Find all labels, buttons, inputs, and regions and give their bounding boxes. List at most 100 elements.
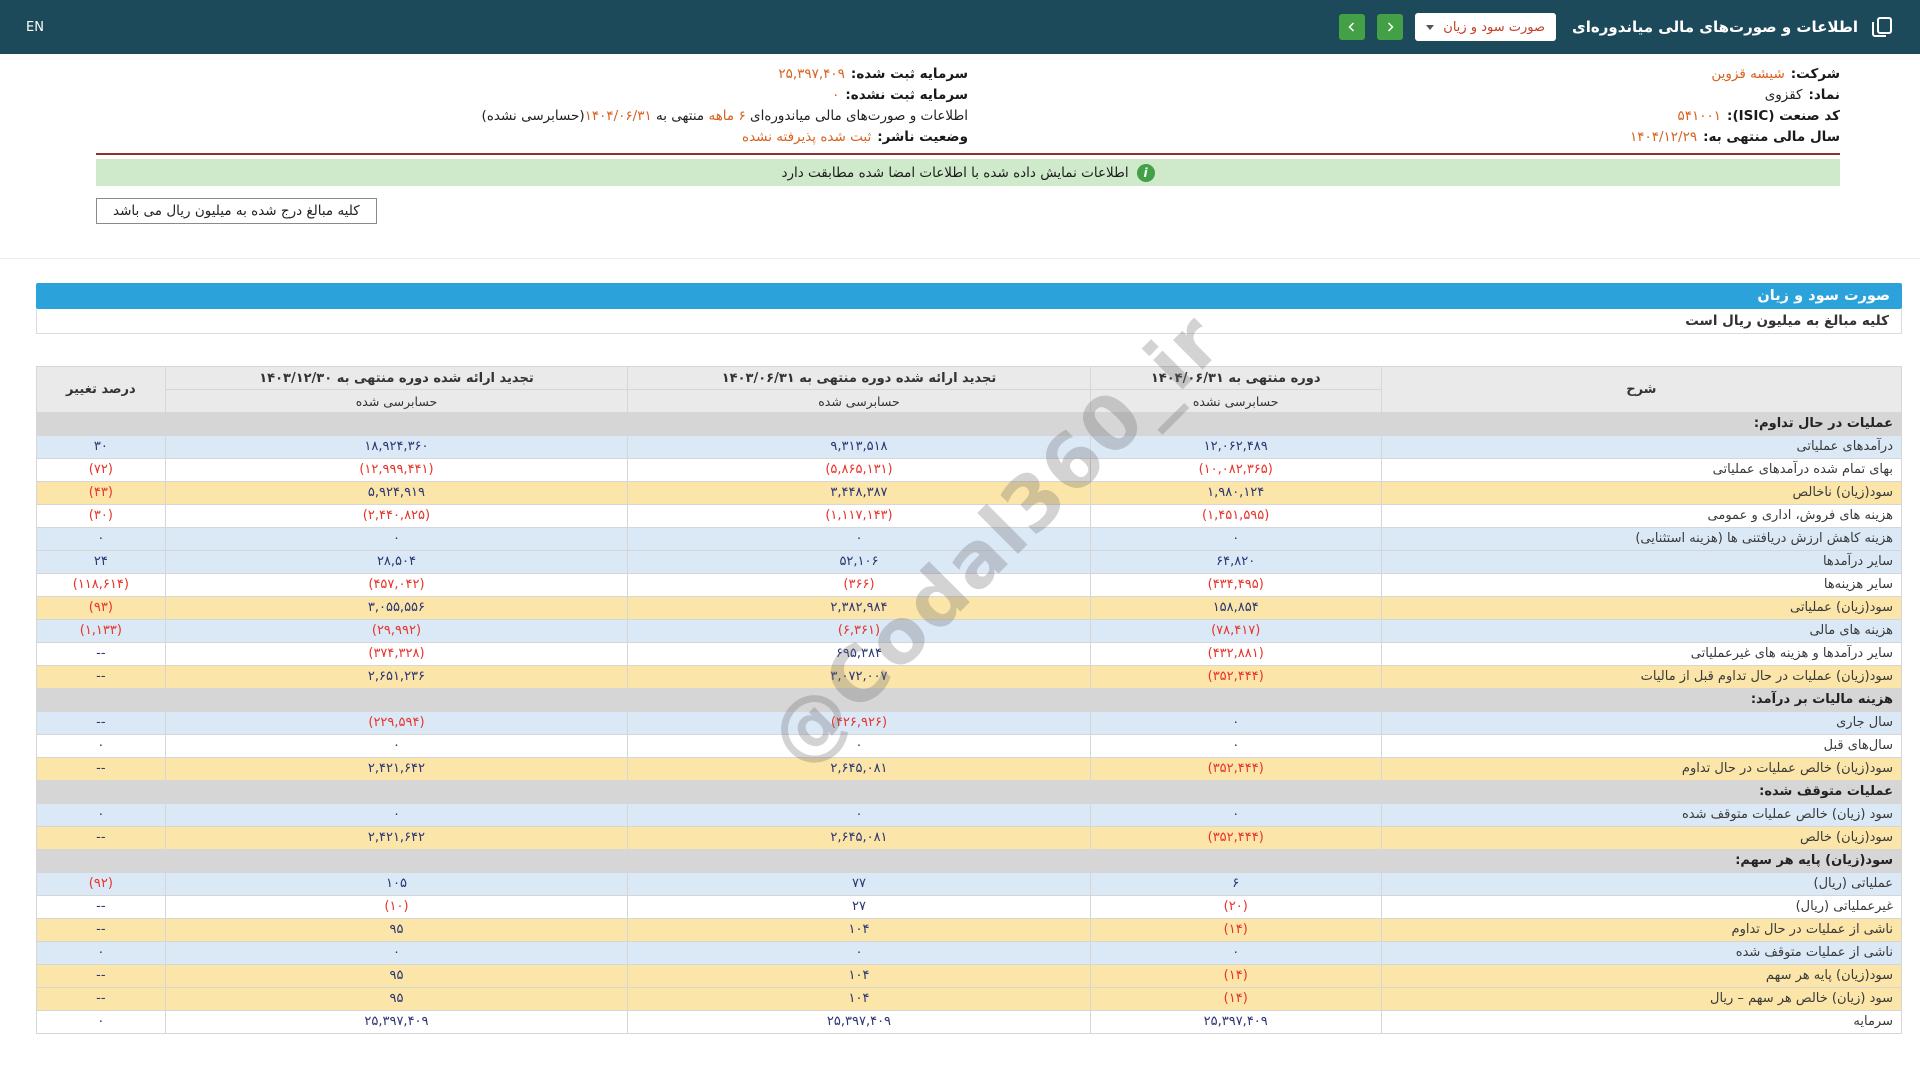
company-info-right-column: شرکت:شیشه قزویننماد:کقزویکد صنعت (ISIC):…	[968, 64, 1840, 148]
annual-period-value: ۲۸,۵۰۴	[165, 551, 628, 574]
empty-cell	[37, 781, 166, 804]
annual-period-value: ۹۵	[165, 965, 628, 988]
prior-period-value: ۲,۶۴۵,۰۸۱	[628, 827, 1091, 850]
current-period-value: (۳۵۲,۴۴۴)	[1090, 666, 1381, 689]
prior-period-value: ۲۷	[628, 896, 1091, 919]
row-label: هزینه های فروش، اداری و عمومی	[1381, 505, 1901, 528]
row-label: سود(زیان) عملیات در حال تداوم قبل از مال…	[1381, 666, 1901, 689]
statement-type-dropdown[interactable]: صورت سود و زیان	[1415, 13, 1556, 41]
table-row: عملیاتی (ریال)۶۷۷۱۰۵(۹۲)	[37, 873, 1902, 896]
info-label: سال مالی منتهی به:	[1703, 129, 1840, 145]
info-value: کقزوی	[1765, 87, 1803, 103]
percent-change-value: --	[37, 965, 166, 988]
prior-period-value: ۱۰۴	[628, 965, 1091, 988]
percent-change-value: ۰	[37, 942, 166, 965]
percent-change-value: ۰	[37, 1011, 166, 1034]
table-row: سال‌های قبل۰۰۰۰	[37, 735, 1902, 758]
row-label: سود(زیان) عملیاتی	[1381, 597, 1901, 620]
company-info-section: شرکت:شیشه قزویننماد:کقزویکد صنعت (ISIC):…	[0, 54, 1920, 224]
percent-change-value: ۲۴	[37, 551, 166, 574]
annual-period-value: ۹۵	[165, 919, 628, 942]
prior-period-value: (۱,۱۱۷,۱۴۳)	[628, 505, 1091, 528]
company-info-row: کد صنعت (ISIC):۵۴۱۰۰۱	[968, 106, 1840, 127]
row-label: سرمایه	[1381, 1011, 1901, 1034]
info-label: وضعیت ناشر:	[877, 129, 968, 145]
prior-period-value: ۲,۳۸۲,۹۸۴	[628, 597, 1091, 620]
prior-period-value: ۰	[628, 804, 1091, 827]
current-period-value: (۲۰)	[1090, 896, 1381, 919]
current-period-value: ۲۵,۳۹۷,۴۰۹	[1090, 1011, 1381, 1034]
prior-period-value: ۳,۰۷۲,۰۰۷	[628, 666, 1091, 689]
percent-change-value: ۳۰	[37, 436, 166, 459]
prior-period-value: ۰	[628, 735, 1091, 758]
currency-unit-box: کلیه مبالغ درج شده به میلیون ریال می باش…	[96, 198, 377, 224]
company-info-row: سرمایه ثبت نشده:۰	[96, 85, 968, 106]
annual-period-value: ۲,۶۵۱,۲۳۶	[165, 666, 628, 689]
statement-unit-note: کلیه مبالغ به میلیون ریال است	[36, 309, 1902, 334]
table-row: سود(زیان) خالص عملیات در حال تداوم(۳۵۲,۴…	[37, 758, 1902, 781]
current-period-value: (۳۵۲,۴۴۴)	[1090, 827, 1381, 850]
percent-change-value: ۰	[37, 735, 166, 758]
empty-cell	[165, 689, 628, 712]
percent-change-value: --	[37, 896, 166, 919]
table-row: غیرعملیاتی (ریال)(۲۰)۲۷(۱۰)--	[37, 896, 1902, 919]
col-header-current-period: دوره منتهی به ۱۴۰۴/۰۶/۳۱	[1090, 367, 1381, 390]
row-label: سود(زیان) خالص	[1381, 827, 1901, 850]
info-icon: i	[1137, 164, 1155, 182]
percent-change-value: (۳۰)	[37, 505, 166, 528]
current-period-value: ۰	[1090, 735, 1381, 758]
info-text: اطلاعات و صورت‌های مالی میاندوره‌ای	[746, 108, 968, 124]
percent-change-value: --	[37, 643, 166, 666]
current-period-value: (۱۴)	[1090, 965, 1381, 988]
table-row: سرمایه۲۵,۳۹۷,۴۰۹۲۵,۳۹۷,۴۰۹۲۵,۳۹۷,۴۰۹۰	[37, 1011, 1902, 1034]
annual-period-value: ۰	[165, 528, 628, 551]
annual-period-value: ۹۵	[165, 988, 628, 1011]
report-controls: اطلاعات و صورت‌های مالی میاندوره‌ای صورت…	[1339, 13, 1894, 41]
info-highlight: ۱۴۰۴/۰۶/۳۱	[585, 108, 652, 124]
current-period-value: ۰	[1090, 942, 1381, 965]
percent-change-value: (۷۲)	[37, 459, 166, 482]
next-report-button[interactable]	[1377, 14, 1403, 40]
copy-report-icon[interactable]	[1870, 15, 1894, 39]
prior-period-value: ۰	[628, 528, 1091, 551]
current-period-value: ۰	[1090, 712, 1381, 735]
company-info-row: وضعیت ناشر:ثبت شده پذیرفته نشده	[96, 127, 968, 148]
current-period-value: (۱۴)	[1090, 919, 1381, 942]
percent-change-value: ۰	[37, 528, 166, 551]
company-info-grid: شرکت:شیشه قزویننماد:کقزویکد صنعت (ISIC):…	[96, 64, 1840, 155]
table-row: سال جاری۰(۴۲۶,۹۲۶)(۲۲۹,۵۹۴)--	[37, 712, 1902, 735]
previous-report-button[interactable]	[1339, 14, 1365, 40]
section-divider	[0, 258, 1920, 259]
annual-period-value: (۱۰)	[165, 896, 628, 919]
current-period-value: ۶	[1090, 873, 1381, 896]
col-header-item: شرح	[1381, 367, 1901, 413]
percent-change-value: ۰	[37, 804, 166, 827]
empty-cell	[37, 850, 166, 873]
row-label: سود(زیان) ناخالص	[1381, 482, 1901, 505]
chevron-right-icon	[1384, 21, 1396, 33]
empty-cell	[628, 781, 1091, 804]
info-value[interactable]: شیشه قزوین	[1711, 66, 1784, 82]
row-label: عملیاتی (ریال)	[1381, 873, 1901, 896]
row-label: سود (زیان) خالص عملیات متوقف شده	[1381, 804, 1901, 827]
row-label: ناشی از عملیات متوقف شده	[1381, 942, 1901, 965]
prior-period-value: ۰	[628, 942, 1091, 965]
col-header-percent-change: درصد تغییر	[37, 367, 166, 413]
section-title: عملیات متوقف شده:	[1381, 781, 1901, 804]
info-value: ۰	[832, 87, 839, 103]
col-subheader-current-audit: حسابرسی نشده	[1090, 390, 1381, 413]
annual-period-value: ۰	[165, 735, 628, 758]
income-statement-section: صورت سود و زیان کلیه مبالغ به میلیون ریا…	[36, 283, 1902, 1034]
language-toggle-en[interactable]: EN	[26, 20, 44, 35]
row-label: سود (زیان) خالص هر سهم – ریال	[1381, 988, 1901, 1011]
current-period-value: ۰	[1090, 804, 1381, 827]
income-statement-tbody: عملیات در حال تداوم:درآمدهای عملیاتی۱۲,۰…	[37, 413, 1902, 1034]
current-period-value: (۴۳۲,۸۸۱)	[1090, 643, 1381, 666]
prior-period-value: (۶,۳۶۱)	[628, 620, 1091, 643]
empty-cell	[1090, 781, 1381, 804]
annual-period-value: ۱۸,۹۲۴,۳۶۰	[165, 436, 628, 459]
table-row: درآمدهای عملیاتی۱۲,۰۶۲,۴۸۹۹,۳۱۳,۵۱۸۱۸,۹۲…	[37, 436, 1902, 459]
section-title: عملیات در حال تداوم:	[1381, 413, 1901, 436]
table-header: شرح دوره منتهی به ۱۴۰۴/۰۶/۳۱ تجدید ارائه…	[37, 367, 1902, 413]
annual-period-value: ۲,۴۲۱,۶۴۲	[165, 758, 628, 781]
